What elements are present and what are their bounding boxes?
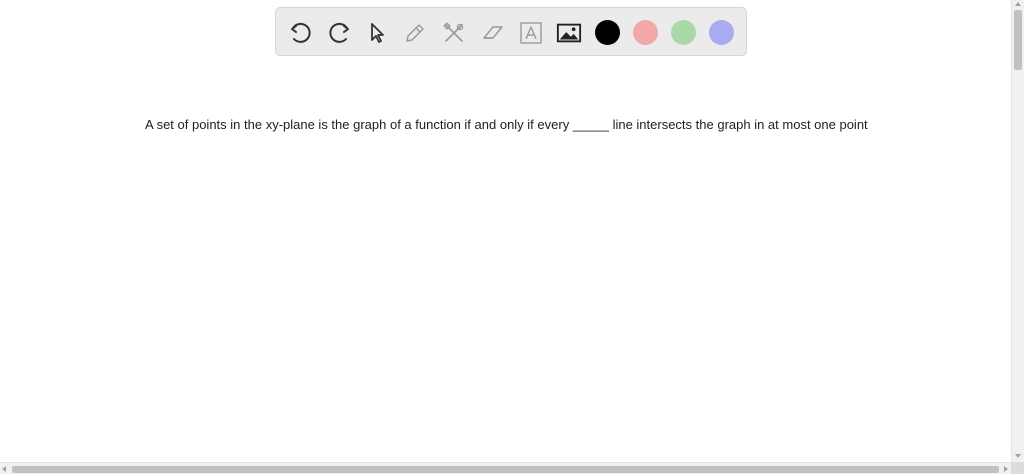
scroll-down-arrow-icon[interactable]	[1015, 454, 1021, 458]
tools-icon	[443, 22, 464, 42]
eraser-icon	[483, 26, 503, 39]
redo-icon	[329, 22, 349, 43]
pointer-icon	[371, 23, 384, 43]
text-button[interactable]	[518, 20, 544, 46]
whiteboard-canvas[interactable]: A set of points in the xy-plane is the g…	[0, 0, 1011, 462]
drawing-toolbar	[275, 7, 747, 56]
scroll-right-arrow-icon[interactable]	[1004, 466, 1008, 472]
pencil-icon	[406, 24, 424, 42]
color-swatch-blue[interactable]	[709, 20, 734, 45]
question-text: A set of points in the xy-plane is the g…	[145, 117, 868, 132]
undo-button[interactable]	[288, 20, 314, 46]
pointer-button[interactable]	[364, 20, 390, 46]
color-swatch-red[interactable]	[633, 20, 658, 45]
undo-icon	[291, 22, 311, 43]
scroll-left-arrow-icon[interactable]	[2, 466, 6, 472]
image-button[interactable]	[556, 20, 582, 46]
pencil-button[interactable]	[402, 20, 428, 46]
redo-button[interactable]	[326, 20, 352, 46]
text-icon	[520, 22, 542, 44]
horizontal-scroll-thumb[interactable]	[12, 466, 999, 473]
eraser-button[interactable]	[480, 20, 506, 46]
scroll-up-arrow-icon[interactable]	[1015, 2, 1021, 6]
color-swatch-green[interactable]	[671, 20, 696, 45]
image-icon	[556, 23, 582, 43]
tools-button[interactable]	[441, 20, 467, 46]
horizontal-scrollbar[interactable]	[0, 462, 1011, 474]
scrollbar-corner	[1011, 462, 1024, 474]
color-swatch-black[interactable]	[595, 20, 620, 45]
vertical-scroll-thumb[interactable]	[1014, 10, 1022, 70]
vertical-scrollbar[interactable]	[1011, 0, 1024, 462]
